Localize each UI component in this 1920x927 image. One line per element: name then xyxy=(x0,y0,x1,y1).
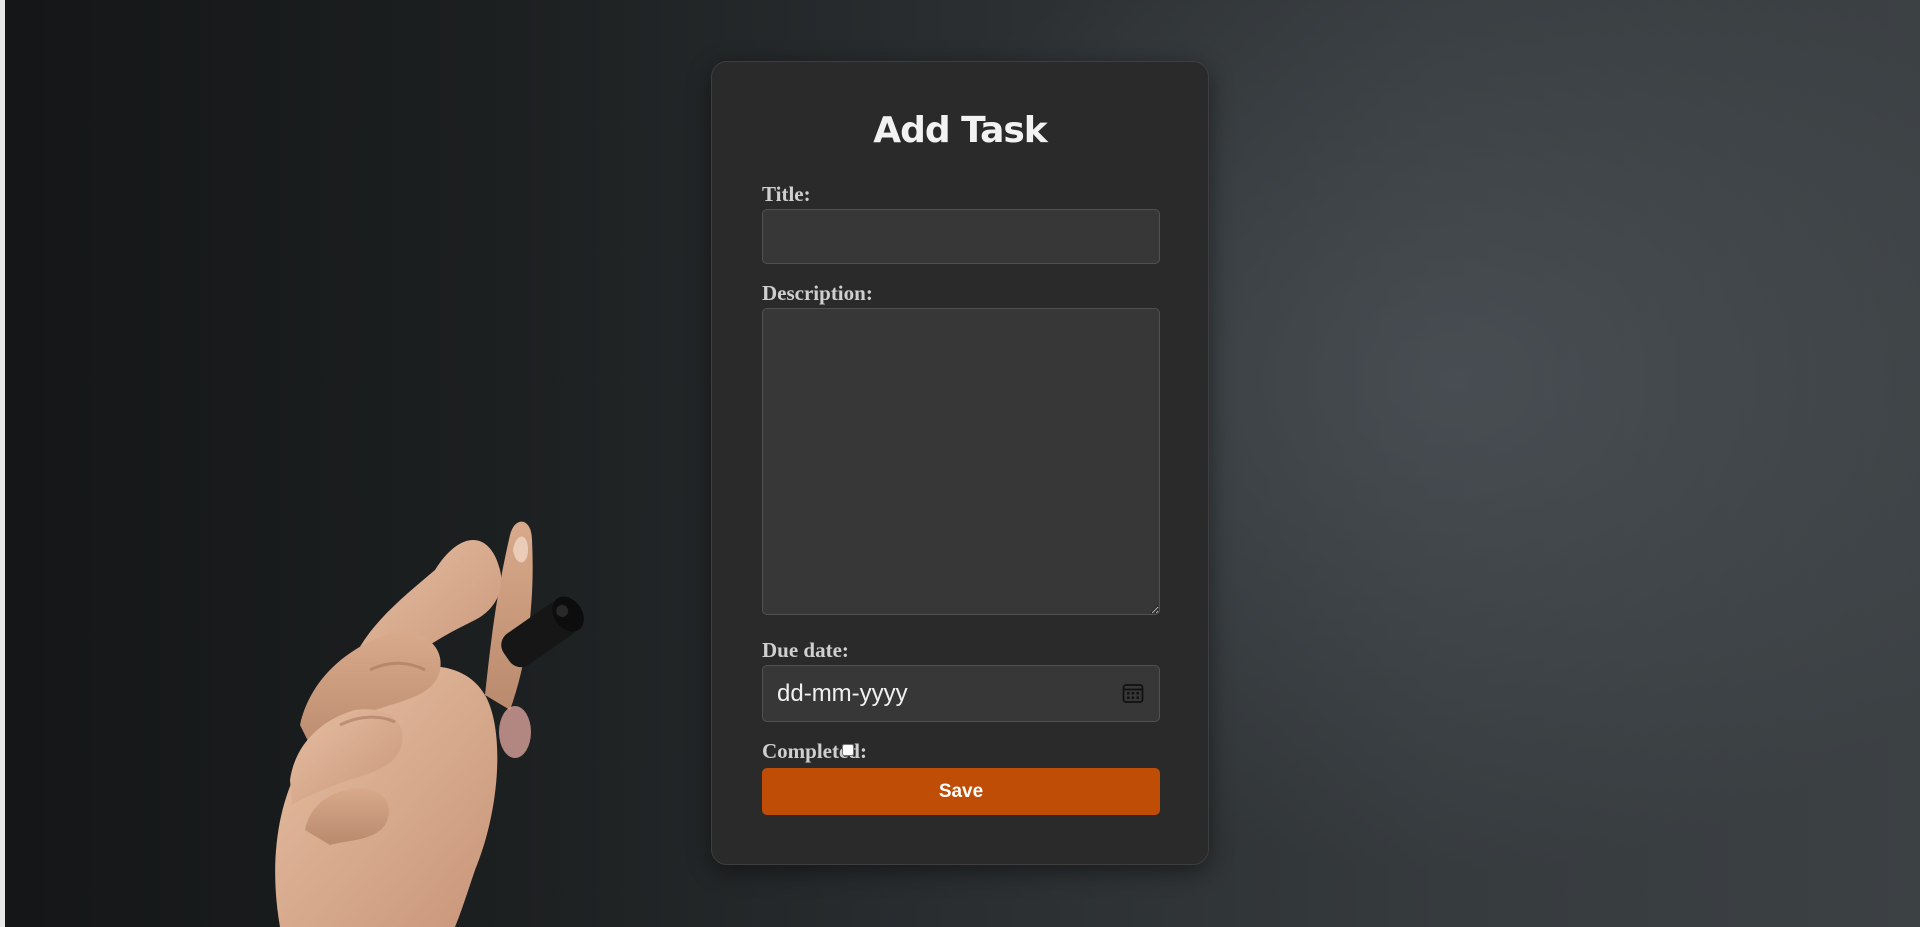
calendar-icon[interactable] xyxy=(1121,681,1145,705)
title-label: Title: xyxy=(762,182,811,206)
title-input[interactable] xyxy=(762,209,1160,264)
window-edge xyxy=(0,0,5,927)
description-textarea[interactable] xyxy=(762,308,1160,615)
hand-holding-marker-image xyxy=(275,521,584,927)
add-task-card: Add Task Title: Description: Due date: d… xyxy=(711,61,1209,865)
completed-checkbox[interactable] xyxy=(842,744,854,756)
due-date-placeholder: dd-mm-yyyy xyxy=(777,680,908,707)
description-label: Description: xyxy=(762,281,873,305)
due-date-input[interactable]: dd-mm-yyyy xyxy=(762,665,1160,722)
card-title: Add Task xyxy=(873,110,1048,151)
save-button[interactable]: Save xyxy=(762,768,1160,815)
due-date-label: Due date: xyxy=(762,638,849,662)
